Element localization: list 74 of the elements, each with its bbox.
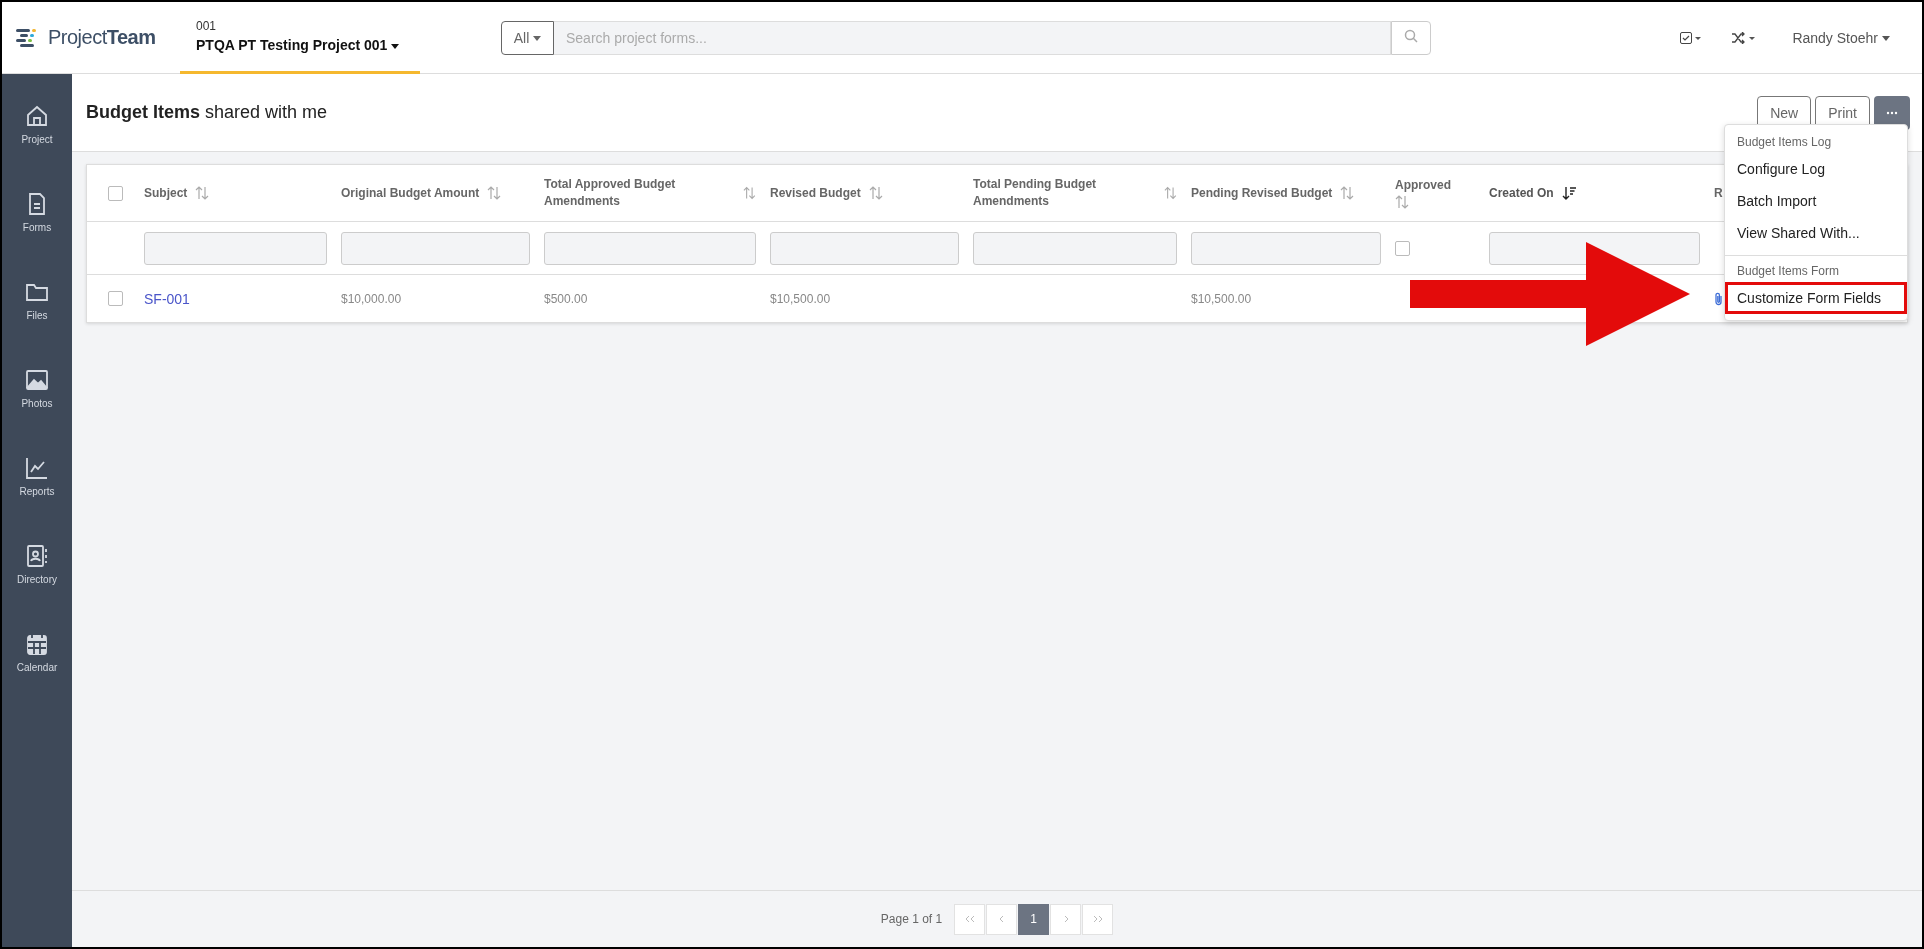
subject-link[interactable]: SF-001 — [144, 290, 190, 307]
next-page-button[interactable] — [1050, 903, 1082, 935]
sidebar-item[interactable]: Calendar — [2, 632, 72, 720]
image-icon — [25, 368, 49, 392]
select-all-checkbox[interactable] — [108, 185, 123, 201]
chevron-left-icon — [998, 915, 1005, 923]
user-menu[interactable]: Randy Stoehr — [1786, 28, 1896, 47]
filter-field[interactable] — [544, 231, 756, 265]
filter-field[interactable] — [341, 231, 530, 265]
filter-field[interactable] — [770, 231, 959, 265]
sort-icon[interactable] — [195, 186, 210, 200]
column-header[interactable]: Total Pending Budget Amendments — [973, 176, 1157, 210]
page-label: Page 1 of 1 — [880, 912, 943, 926]
tasks-dropdown[interactable] — [1680, 31, 1703, 44]
calendar-icon — [25, 632, 49, 656]
menu-item[interactable]: Batch Import — [1725, 185, 1907, 217]
sidebar-item[interactable]: Forms — [2, 192, 72, 280]
page-title: Budget Items shared with me — [86, 102, 328, 123]
sidebar-item[interactable]: Reports — [2, 456, 72, 544]
column-header[interactable]: Created On — [1489, 184, 1554, 202]
menu-item[interactable]: Customize Form Fields — [1725, 282, 1907, 314]
caret-icon — [533, 36, 542, 42]
table-cell: $500.00 — [544, 291, 588, 306]
column-header[interactable]: Original Budget Amount — [341, 184, 480, 202]
column-header[interactable]: Approved — [1395, 176, 1451, 194]
sidebar-item[interactable]: Directory — [2, 544, 72, 632]
sidebar-item[interactable]: Files — [2, 280, 72, 368]
sort-descending-icon[interactable] — [1561, 186, 1576, 200]
column-header[interactable]: R — [1714, 184, 1723, 202]
filter-checkbox[interactable] — [1395, 240, 1410, 256]
paperclip-icon[interactable] — [1714, 291, 1724, 306]
sort-icon[interactable] — [1164, 186, 1177, 200]
filter-field[interactable] — [144, 231, 327, 265]
sort-icon[interactable] — [487, 186, 502, 200]
search-field[interactable]: Search project forms... — [554, 20, 1391, 55]
contact-card-icon — [25, 544, 49, 568]
row-checkbox[interactable] — [108, 291, 123, 306]
table-cell: $10,500.00 — [1191, 291, 1252, 306]
menu-heading: Budget Items Form — [1736, 263, 1841, 280]
sort-icon[interactable] — [1395, 195, 1409, 210]
filter-field[interactable] — [973, 231, 1177, 265]
first-page-button[interactable] — [954, 903, 986, 935]
filter-field[interactable] — [1191, 231, 1381, 265]
page-button[interactable]: 1 — [1018, 903, 1050, 935]
menu-item[interactable]: Configure Log — [1725, 153, 1907, 185]
sidebar-item[interactable]: Project — [2, 104, 72, 192]
search-icon — [1404, 29, 1418, 43]
menu-item[interactable]: View Shared With... — [1725, 217, 1907, 249]
caret-icon — [1882, 36, 1890, 42]
scope-dropdown[interactable]: All — [501, 20, 554, 55]
sidebar-item[interactable]: Photos — [2, 368, 72, 456]
column-header[interactable]: Revised Budget — [770, 184, 861, 202]
sort-icon[interactable] — [743, 186, 756, 200]
column-header[interactable]: Total Approved Budget Amendments — [544, 176, 736, 210]
home-icon — [25, 104, 49, 128]
brand-name: ProjectTeam — [48, 26, 156, 49]
search-button[interactable] — [1391, 20, 1431, 55]
double-chevron-left-icon — [964, 915, 975, 923]
chart-icon — [25, 456, 49, 480]
sort-icon[interactable] — [868, 186, 883, 200]
double-chevron-right-icon — [1092, 915, 1103, 923]
last-page-button[interactable] — [1082, 903, 1114, 935]
shuffle-dropdown[interactable] — [1732, 31, 1757, 44]
previous-page-button[interactable] — [986, 903, 1018, 935]
table-cell: $10,000.00 — [341, 291, 402, 306]
column-header[interactable]: Subject — [144, 184, 188, 202]
caret-icon — [391, 43, 400, 49]
chevron-right-icon — [1062, 915, 1069, 923]
sort-icon[interactable] — [1340, 186, 1355, 200]
filter-field[interactable] — [1489, 231, 1700, 265]
menu-heading: Budget Items Log — [1736, 134, 1833, 151]
ellipsis-icon — [1886, 110, 1898, 115]
table-cell: $10,500.00 — [770, 291, 831, 306]
column-header[interactable]: Pending Revised Budget — [1191, 184, 1333, 202]
